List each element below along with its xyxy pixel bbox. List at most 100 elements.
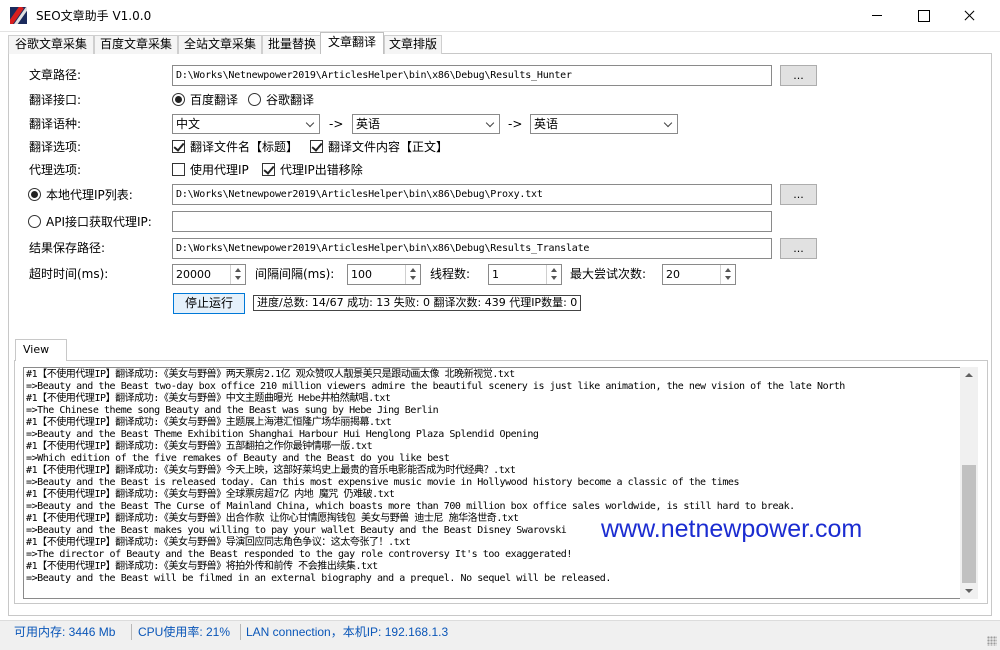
app-logo-icon <box>10 7 27 24</box>
tab-baidu-collect[interactable]: 百度文章采集 <box>94 35 178 54</box>
log-line: =>Beauty and the Beast two-day box offic… <box>26 381 845 392</box>
translate-filename-checkbox[interactable] <box>172 140 185 153</box>
chevron-down-icon <box>551 276 557 280</box>
resize-grip-icon[interactable] <box>987 636 997 646</box>
article-path-input[interactable]: D:\Works\Netnewpower2019\ArticlesHelper\… <box>172 65 772 86</box>
use-proxy-label[interactable]: 使用代理IP <box>190 162 249 178</box>
scroll-down-icon[interactable] <box>965 589 973 593</box>
local-proxy-browse-button[interactable]: ... <box>780 184 817 205</box>
log-line: #1【不使用代理IP】翻译成功:《美女与野兽》两天票房2.1亿 观众赞叹人靓景美… <box>26 369 515 380</box>
middle-lang-value: 英语 <box>356 117 381 131</box>
api-proxy-input[interactable] <box>172 211 772 232</box>
status-divider <box>240 624 241 640</box>
chevron-down-icon <box>485 118 495 128</box>
status-bar: 可用内存: 3446 Mb CPU使用率: 21% LAN connection… <box>0 620 1000 650</box>
log-line: #1【不使用代理IP】翻译成功:《美女与野兽》将拍外传和前传 不会推出续集.tx… <box>26 561 378 572</box>
memory-status: 可用内存: 3446 Mb <box>14 625 116 639</box>
use-proxy-checkbox[interactable] <box>172 163 185 176</box>
tab-batch-replace[interactable]: 批量替换 <box>262 35 322 54</box>
lang-arrow-2: -> <box>508 117 523 131</box>
interval-spin-buttons[interactable] <box>405 265 420 284</box>
maximize-button[interactable] <box>900 0 946 31</box>
timeout-value: 20000 <box>176 268 211 281</box>
timeout-stepper[interactable]: 20000 <box>172 264 246 285</box>
log-line: #1【不使用代理IP】翻译成功:《美女与野兽》五部翻拍之作你最钟情哪一版.txt <box>26 441 373 452</box>
cpu-status: CPU使用率: 21% <box>138 625 231 639</box>
google-api-radio[interactable] <box>248 93 261 106</box>
proxy-error-remove-label[interactable]: 代理IP出错移除 <box>280 162 363 178</box>
network-status: LAN connection，本机IP: 192.168.1.3 <box>246 625 449 639</box>
lang-arrow-1: -> <box>329 117 344 131</box>
save-path-label: 结果保存路径: <box>29 241 106 255</box>
google-api-label[interactable]: 谷歌翻译 <box>266 92 314 108</box>
local-proxy-label[interactable]: 本地代理IP列表: <box>46 187 133 203</box>
timeout-spin-buttons[interactable] <box>230 265 245 284</box>
chevron-down-icon <box>410 276 416 280</box>
log-line: #1【不使用代理IP】翻译成功:《美女与野兽》中文主题曲曝光 Hebe井柏然献唱… <box>26 393 391 404</box>
interval-value: 100 <box>351 268 372 281</box>
threads-label: 线程数: <box>430 267 471 281</box>
minimize-button[interactable] <box>854 0 900 31</box>
log-line: =>The Chinese theme song Beauty and the … <box>26 405 439 416</box>
log-line: #1【不使用代理IP】翻译成功:《美女与野兽》今天上映，这部好莱坞史上最贵的音乐… <box>26 465 516 476</box>
title-bar: SEO文章助手 V1.0.0 <box>0 0 1000 32</box>
log-line: #1【不使用代理IP】翻译成功:《美女与野兽》全球票房超7亿 内地 魔咒 仍难破… <box>26 489 395 500</box>
scroll-up-icon[interactable] <box>965 373 973 377</box>
progress-status: 进度/总数: 14/67 成功: 13 失败: 0 翻译次数: 439 代理IP… <box>253 295 582 311</box>
translate-lang-label: 翻译语种: <box>29 117 82 131</box>
middle-lang-select[interactable]: 英语 <box>352 114 500 134</box>
log-line: =>Beauty and the Beast is released today… <box>26 477 740 488</box>
target-lang-select[interactable]: 英语 <box>530 114 678 134</box>
threads-value: 1 <box>492 268 499 281</box>
tab-view[interactable]: View <box>15 339 67 361</box>
log-line: =>The director of Beauty and the Beast r… <box>26 549 572 560</box>
tab-article-layout[interactable]: 文章排版 <box>384 35 442 54</box>
scroll-thumb[interactable] <box>962 465 976 583</box>
threads-spin-buttons[interactable] <box>546 265 561 284</box>
article-path-browse-button[interactable]: ... <box>780 65 817 86</box>
chevron-down-icon <box>663 118 673 128</box>
close-button[interactable] <box>946 0 992 31</box>
chevron-up-icon <box>410 268 416 272</box>
baidu-api-radio[interactable] <box>172 93 185 106</box>
interval-label: 间隔间隔(ms): <box>255 267 335 281</box>
tab-site-collect[interactable]: 全站文章采集 <box>178 35 262 54</box>
log-scrollbar[interactable] <box>960 367 978 599</box>
stop-button[interactable]: 停止运行 <box>173 293 245 314</box>
translate-filename-label[interactable]: 翻译文件名【标题】 <box>190 139 298 155</box>
tab-google-collect[interactable]: 谷歌文章采集 <box>8 35 94 54</box>
chevron-up-icon <box>235 268 241 272</box>
api-proxy-radio[interactable] <box>28 215 41 228</box>
tab-article-translate[interactable]: 文章翻译 <box>320 32 384 54</box>
source-lang-select[interactable]: 中文 <box>172 114 320 134</box>
log-textarea[interactable]: #1【不使用代理IP】翻译成功:《美女与野兽》两天票房2.1亿 观众赞叹人靓景美… <box>23 367 961 599</box>
save-path-browse-button[interactable]: ... <box>780 238 817 259</box>
proxy-options-label: 代理选项: <box>29 163 82 177</box>
log-line: =>Which edition of the five remakes of B… <box>26 453 450 464</box>
translate-api-label: 翻译接口: <box>29 93 82 107</box>
log-line: =>Beauty and the Beast will be filmed in… <box>26 573 611 584</box>
max-retry-spin-buttons[interactable] <box>720 265 735 284</box>
threads-stepper[interactable]: 1 <box>488 264 562 285</box>
log-line: =>Beauty and the Beast The Curse of Main… <box>26 501 795 512</box>
chevron-up-icon <box>551 268 557 272</box>
translate-options-label: 翻译选项: <box>29 140 82 154</box>
interval-stepper[interactable]: 100 <box>347 264 421 285</box>
save-path-input[interactable]: D:\Works\Netnewpower2019\ArticlesHelper\… <box>172 238 772 259</box>
source-lang-value: 中文 <box>176 117 201 131</box>
chevron-down-icon <box>235 276 241 280</box>
log-line: #1【不使用代理IP】翻译成功:《美女与野兽》主题展上海港汇恒隆广场华丽揭幕.t… <box>26 417 392 428</box>
local-proxy-radio[interactable] <box>28 188 41 201</box>
status-divider <box>131 624 132 640</box>
translate-content-checkbox[interactable] <box>310 140 323 153</box>
translate-content-label[interactable]: 翻译文件内容【正文】 <box>328 139 448 155</box>
article-path-label: 文章路径: <box>29 68 82 82</box>
target-lang-value: 英语 <box>534 117 559 131</box>
max-retry-label: 最大尝试次数: <box>570 267 647 281</box>
proxy-error-remove-checkbox[interactable] <box>262 163 275 176</box>
baidu-api-label[interactable]: 百度翻译 <box>190 92 238 108</box>
chevron-down-icon <box>305 118 315 128</box>
api-proxy-label[interactable]: API接口获取代理IP: <box>46 214 152 230</box>
local-proxy-input[interactable]: D:\Works\Netnewpower2019\ArticlesHelper\… <box>172 184 772 205</box>
max-retry-stepper[interactable]: 20 <box>662 264 736 285</box>
